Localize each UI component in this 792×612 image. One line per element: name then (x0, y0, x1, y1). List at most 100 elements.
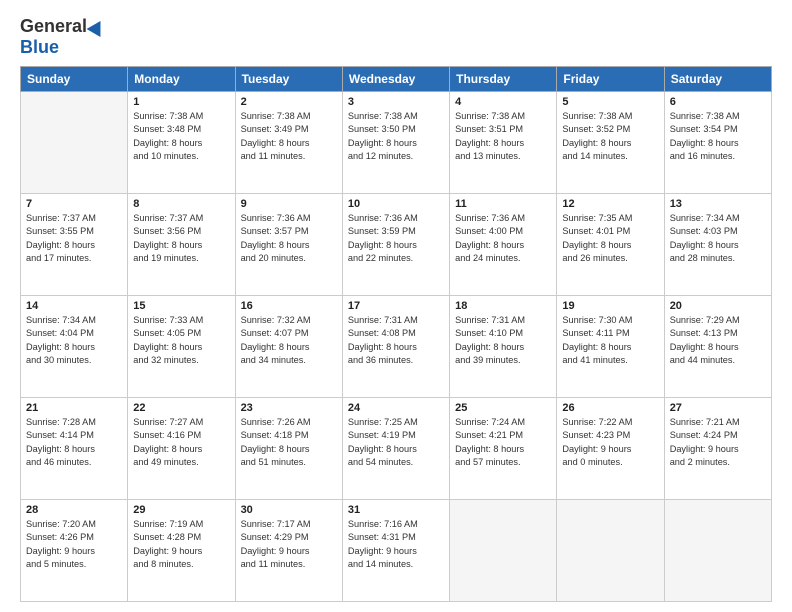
weekday-header-row: SundayMondayTuesdayWednesdayThursdayFrid… (21, 67, 772, 92)
day-number: 30 (241, 504, 337, 516)
weekday-header-monday: Monday (128, 67, 235, 92)
day-info: Sunrise: 7:38 AMSunset: 3:54 PMDaylight:… (670, 110, 766, 163)
calendar-cell: 2Sunrise: 7:38 AMSunset: 3:49 PMDaylight… (235, 92, 342, 194)
day-info: Sunrise: 7:38 AMSunset: 3:49 PMDaylight:… (241, 110, 337, 163)
calendar-cell: 18 Sunrise: 7:31 AMSunset: 4:10 PMDayligh… (450, 296, 557, 398)
calendar-cell: 25Sunrise: 7:24 AMSunset: 4:21 PMDayligh… (450, 398, 557, 500)
day-info: Sunrise: 7:35 AMSunset: 4:01 PMDaylight:… (562, 212, 658, 265)
calendar-cell: 23Sunrise: 7:26 AMSunset: 4:18 PMDayligh… (235, 398, 342, 500)
day-info: Sunrise: 7:38 AMSunset: 3:48 PMDaylight:… (133, 110, 229, 163)
day-info: Sunrise: 7:29 AMSunset: 4:13 PMDaylight:… (670, 314, 766, 367)
day-info: Sunrise: 7:20 AMSunset: 4:26 PMDaylight:… (26, 518, 122, 571)
weekday-header-sunday: Sunday (21, 67, 128, 92)
calendar-cell (664, 500, 771, 602)
day-info: Sunrise: 7:31 AMSunset: 4:08 PMDaylight:… (348, 314, 444, 367)
day-info: Sunrise: 7:37 AMSunset: 3:55 PMDaylight:… (26, 212, 122, 265)
day-number: 18 (455, 300, 551, 312)
header: General Blue (20, 16, 772, 58)
day-number: 9 (241, 198, 337, 210)
day-info: Sunrise: 7:27 AMSunset: 4:16 PMDaylight:… (133, 416, 229, 469)
weekday-header-wednesday: Wednesday (342, 67, 449, 92)
calendar-cell: 19Sunrise: 7:30 AMSunset: 4:11 PMDayligh… (557, 296, 664, 398)
day-info: Sunrise: 7:26 AMSunset: 4:18 PMDaylight:… (241, 416, 337, 469)
day-number: 29 (133, 504, 229, 516)
calendar-cell: 1 Sunrise: 7:38 AMSunset: 3:48 PMDaylight… (128, 92, 235, 194)
day-number: 22 (133, 402, 229, 414)
day-info: Sunrise: 7:31 AMSunset: 4:10 PMDaylight:… (455, 314, 551, 367)
week-row-4: 28 Sunrise: 7:20 AMSunset: 4:26 PMDayligh… (21, 500, 772, 602)
calendar-cell: 29Sunrise: 7:19 AMSunset: 4:28 PMDayligh… (128, 500, 235, 602)
day-info: Sunrise: 7:34 AMSunset: 4:04 PMDaylight:… (26, 314, 122, 367)
weekday-header-saturday: Saturday (664, 67, 771, 92)
day-info: Sunrise: 7:17 AMSunset: 4:29 PMDaylight:… (241, 518, 337, 571)
day-info: Sunrise: 7:34 AMSunset: 4:03 PMDaylight:… (670, 212, 766, 265)
calendar-cell: 6 Sunrise: 7:38 AMSunset: 3:54 PMDaylight… (664, 92, 771, 194)
logo-blue: Blue (20, 37, 59, 58)
day-number: 21 (26, 402, 122, 414)
day-info: Sunrise: 7:37 AMSunset: 3:56 PMDaylight:… (133, 212, 229, 265)
day-number: 10 (348, 198, 444, 210)
day-info: Sunrise: 7:38 AMSunset: 3:50 PMDaylight:… (348, 110, 444, 163)
calendar-cell: 8Sunrise: 7:37 AMSunset: 3:56 PMDaylight… (128, 194, 235, 296)
day-info: Sunrise: 7:16 AMSunset: 4:31 PMDaylight:… (348, 518, 444, 571)
day-info: Sunrise: 7:36 AMSunset: 4:00 PMDaylight:… (455, 212, 551, 265)
calendar-cell: 4 Sunrise: 7:38 AMSunset: 3:51 PMDaylight… (450, 92, 557, 194)
calendar-cell: 31 Sunrise: 7:16 AMSunset: 4:31 PMDayligh… (342, 500, 449, 602)
logo-triangle-icon (87, 16, 108, 36)
calendar-cell: 21 Sunrise: 7:28 AMSunset: 4:14 PMDayligh… (21, 398, 128, 500)
day-number: 24 (348, 402, 444, 414)
day-info: Sunrise: 7:36 AMSunset: 3:57 PMDaylight:… (241, 212, 337, 265)
day-number: 11 (455, 198, 551, 210)
day-info: Sunrise: 7:36 AMSunset: 3:59 PMDaylight:… (348, 212, 444, 265)
day-info: Sunrise: 7:33 AMSunset: 4:05 PMDaylight:… (133, 314, 229, 367)
calendar-cell: 12Sunrise: 7:35 AMSunset: 4:01 PMDayligh… (557, 194, 664, 296)
day-info: Sunrise: 7:38 AMSunset: 3:51 PMDaylight:… (455, 110, 551, 163)
week-row-1: 7 Sunrise: 7:37 AMSunset: 3:55 PMDaylight… (21, 194, 772, 296)
page: General Blue SundayMondayTuesdayWednesda… (0, 0, 792, 612)
weekday-header-friday: Friday (557, 67, 664, 92)
day-info: Sunrise: 7:22 AMSunset: 4:23 PMDaylight:… (562, 416, 658, 469)
day-number: 4 (455, 96, 551, 108)
day-number: 7 (26, 198, 122, 210)
week-row-0: 1 Sunrise: 7:38 AMSunset: 3:48 PMDaylight… (21, 92, 772, 194)
week-row-2: 14 Sunrise: 7:34 AMSunset: 4:04 PMDayligh… (21, 296, 772, 398)
calendar-cell: 14 Sunrise: 7:34 AMSunset: 4:04 PMDayligh… (21, 296, 128, 398)
calendar: SundayMondayTuesdayWednesdayThursdayFrid… (20, 66, 772, 602)
calendar-cell (21, 92, 128, 194)
day-number: 31 (348, 504, 444, 516)
day-number: 5 (562, 96, 658, 108)
day-number: 25 (455, 402, 551, 414)
calendar-cell: 3 Sunrise: 7:38 AMSunset: 3:50 PMDaylight… (342, 92, 449, 194)
day-info: Sunrise: 7:21 AMSunset: 4:24 PMDaylight:… (670, 416, 766, 469)
day-number: 17 (348, 300, 444, 312)
calendar-cell: 26 Sunrise: 7:22 AMSunset: 4:23 PMDayligh… (557, 398, 664, 500)
calendar-cell (557, 500, 664, 602)
calendar-cell: 9 Sunrise: 7:36 AMSunset: 3:57 PMDaylight… (235, 194, 342, 296)
calendar-cell: 24 Sunrise: 7:25 AMSunset: 4:19 PMDayligh… (342, 398, 449, 500)
day-number: 20 (670, 300, 766, 312)
calendar-cell: 28 Sunrise: 7:20 AMSunset: 4:26 PMDayligh… (21, 500, 128, 602)
day-number: 16 (241, 300, 337, 312)
calendar-cell (450, 500, 557, 602)
day-number: 14 (26, 300, 122, 312)
calendar-cell: 30 Sunrise: 7:17 AMSunset: 4:29 PMDayligh… (235, 500, 342, 602)
day-number: 28 (26, 504, 122, 516)
day-number: 19 (562, 300, 658, 312)
calendar-cell: 15Sunrise: 7:33 AMSunset: 4:05 PMDayligh… (128, 296, 235, 398)
calendar-cell: 27 Sunrise: 7:21 AMSunset: 4:24 PMDayligh… (664, 398, 771, 500)
calendar-cell: 5 Sunrise: 7:38 AMSunset: 3:52 PMDaylight… (557, 92, 664, 194)
day-number: 6 (670, 96, 766, 108)
calendar-cell: 11 Sunrise: 7:36 AMSunset: 4:00 PMDayligh… (450, 194, 557, 296)
day-number: 27 (670, 402, 766, 414)
calendar-cell: 22 Sunrise: 7:27 AMSunset: 4:16 PMDayligh… (128, 398, 235, 500)
day-number: 3 (348, 96, 444, 108)
day-info: Sunrise: 7:28 AMSunset: 4:14 PMDaylight:… (26, 416, 122, 469)
day-info: Sunrise: 7:25 AMSunset: 4:19 PMDaylight:… (348, 416, 444, 469)
day-info: Sunrise: 7:38 AMSunset: 3:52 PMDaylight:… (562, 110, 658, 163)
calendar-cell: 7 Sunrise: 7:37 AMSunset: 3:55 PMDaylight… (21, 194, 128, 296)
logo-general: General (20, 16, 87, 37)
day-number: 1 (133, 96, 229, 108)
day-info: Sunrise: 7:32 AMSunset: 4:07 PMDaylight:… (241, 314, 337, 367)
day-number: 13 (670, 198, 766, 210)
day-number: 26 (562, 402, 658, 414)
